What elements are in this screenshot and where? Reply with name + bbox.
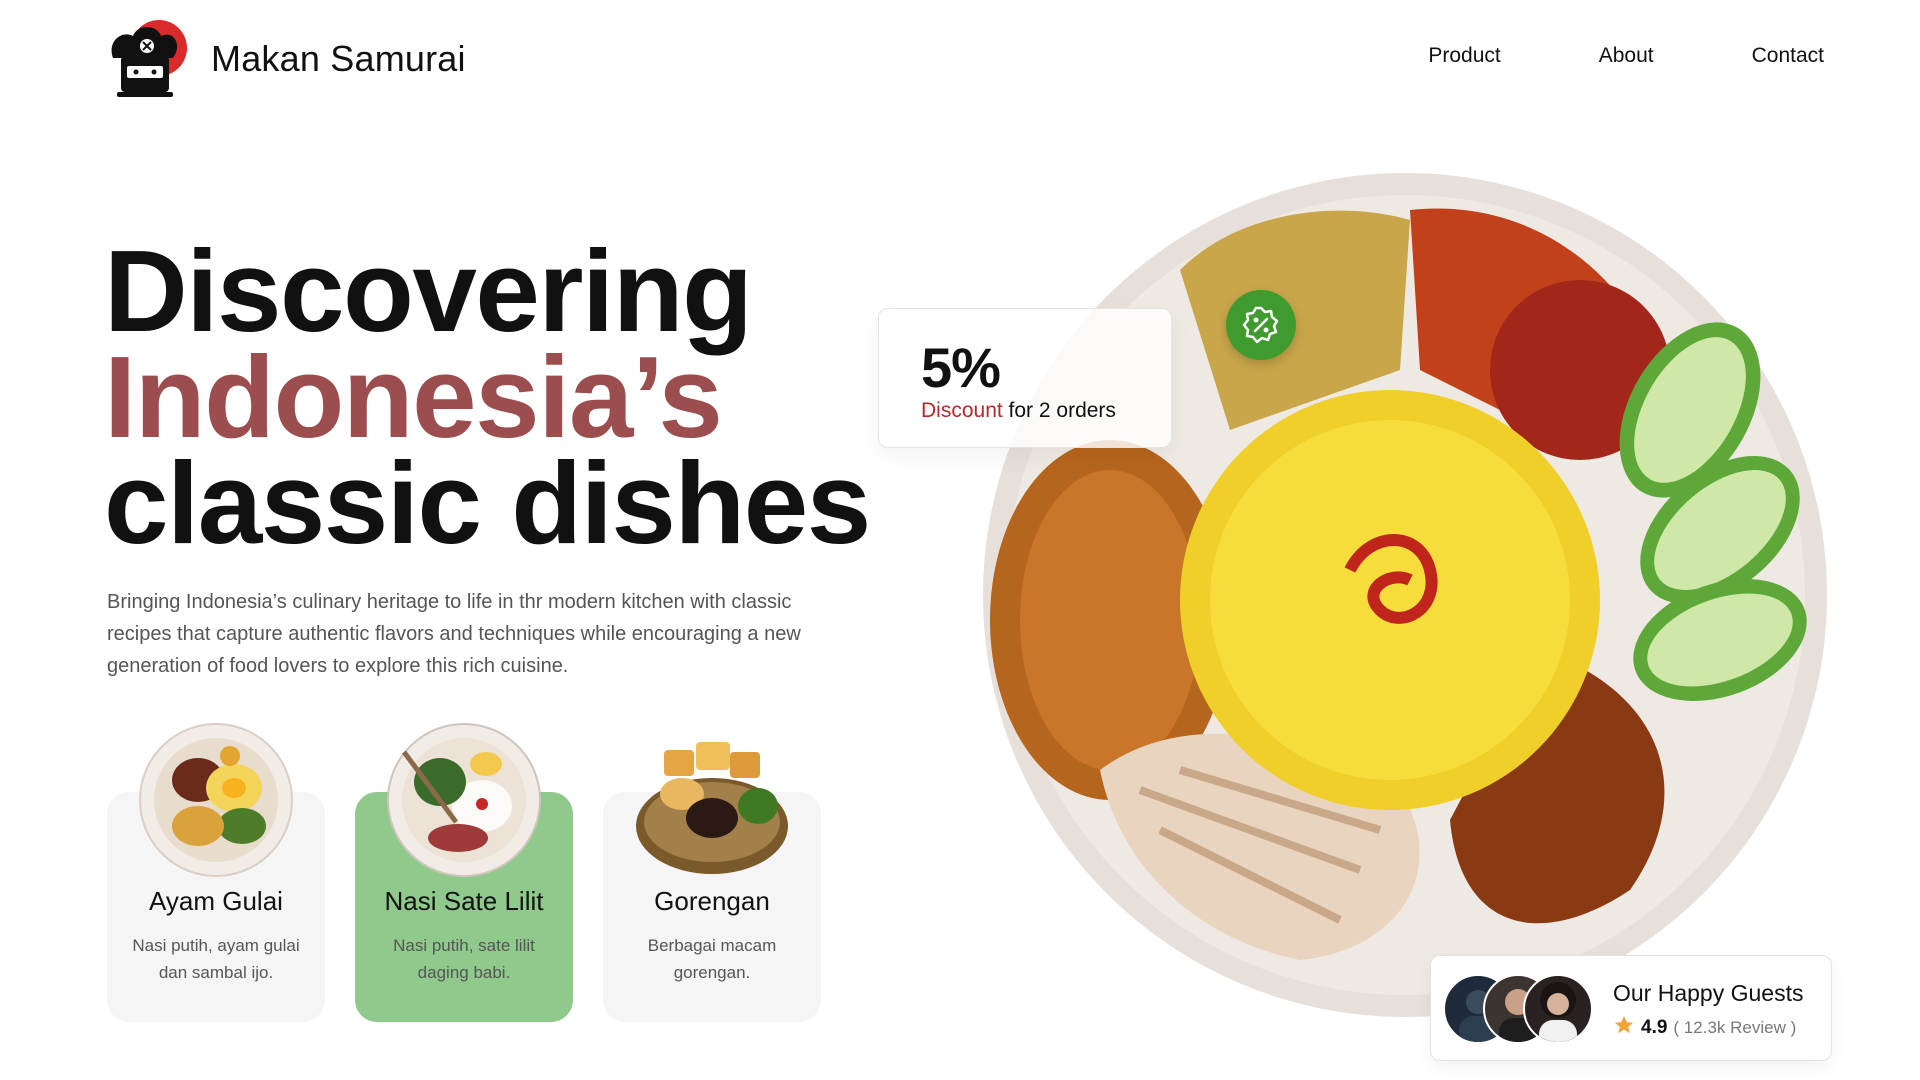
nav-about[interactable]: About	[1599, 44, 1654, 68]
dish-cards: Ayam Gulai Nasi putih, ayam gulai dan sa…	[107, 722, 821, 1022]
nav-contact[interactable]: Contact	[1752, 44, 1824, 68]
dish-description: Nasi putih, ayam gulai dan sambal ijo.	[132, 936, 300, 982]
star-icon	[1613, 1014, 1635, 1041]
discount-label: Discount for 2 orders	[921, 399, 1116, 423]
main-nav: Product About Contact	[1428, 44, 1824, 68]
dish-title: Nasi Sate Lilit	[384, 886, 544, 916]
dish-title: Ayam Gulai	[149, 886, 283, 916]
discount-percent: 5%	[921, 336, 1001, 399]
brand-logo[interactable]: Makan Samurai	[107, 18, 466, 100]
samurai-chef-logo-icon	[107, 18, 189, 100]
nav-product[interactable]: Product	[1428, 44, 1500, 68]
dish-card-nasi-sate-lilit[interactable]: Nasi Sate Lilit Nasi putih, sate lilit d…	[355, 722, 573, 1022]
hero-title-line-2: Indonesia’s	[104, 332, 723, 462]
discount-badge-icon	[1226, 290, 1296, 360]
reviews-rating: 4.9 ( 12.3k Review )	[1613, 1014, 1796, 1041]
dish-description: Berbagai macam gorengan.	[647, 936, 777, 982]
brand-name: Makan Samurai	[211, 38, 466, 79]
dish-card-gorengan[interactable]: Gorengan Berbagai macam gorengan.	[603, 722, 821, 1022]
happy-guests-card[interactable]: Our Happy Guests 4.9 ( 12.3k Review )	[1430, 955, 1832, 1061]
guest-avatars	[1443, 974, 1603, 1044]
hero-subtitle: Bringing Indonesia’s culinary heritage t…	[107, 591, 801, 677]
hero-title-line-1: Discovering	[104, 226, 753, 356]
hero-title: Discovering Indonesia’s classic dishes	[104, 226, 871, 568]
rating-score: 4.9	[1641, 1016, 1668, 1038]
discount-label-rest: for 2 orders	[1002, 399, 1116, 422]
gorengan-dish-image	[634, 722, 790, 878]
dish-description: Nasi putih, sate lilit daging babi.	[393, 936, 535, 982]
reviews-title: Our Happy Guests	[1613, 980, 1804, 1006]
discount-card[interactable]: 5% Discount for 2 orders	[878, 308, 1172, 448]
review-count: ( 12.3k Review )	[1673, 1017, 1797, 1037]
discount-label-highlight: Discount	[921, 399, 1003, 422]
ayam-gulai-dish-image	[138, 722, 294, 878]
nasi-sate-lilit-dish-image	[386, 722, 542, 878]
dish-title: Gorengan	[654, 886, 770, 916]
hero-title-line-3: classic dishes	[104, 438, 871, 568]
dish-card-ayam-gulai[interactable]: Ayam Gulai Nasi putih, ayam gulai dan sa…	[107, 722, 325, 1022]
nasi-kuning-plate-image	[980, 170, 1830, 1020]
avatar	[1523, 974, 1593, 1044]
